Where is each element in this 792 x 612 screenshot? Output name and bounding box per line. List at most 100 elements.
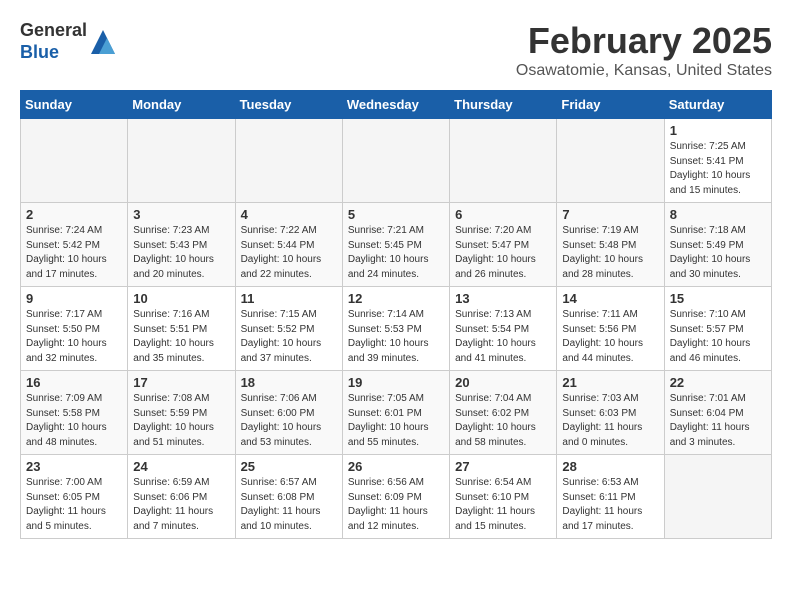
- day-info: Sunrise: 6:53 AM Sunset: 6:11 PM Dayligh…: [562, 476, 658, 534]
- calendar-day: 23Sunrise: 7:00 AM Sunset: 6:05 PM Dayli…: [21, 455, 128, 539]
- col-monday: Monday: [128, 91, 235, 119]
- day-number: 2: [26, 207, 122, 222]
- calendar-day: [664, 455, 771, 539]
- calendar-day: 8 Sunrise: 7:18 AM Sunset: 5:49 PM Daylig…: [664, 203, 771, 287]
- day-info: Sunrise: 7:17 AM Sunset: 5:50 PM Dayligh…: [26, 308, 122, 366]
- day-info: Sunrise: 7:18 AM Sunset: 5:49 PM Dayligh…: [670, 224, 766, 282]
- day-info: Sunrise: 7:20 AM Sunset: 5:47 PM Dayligh…: [455, 224, 551, 282]
- col-friday: Friday: [557, 91, 664, 119]
- day-info: Sunrise: 7:10 AM Sunset: 5:57 PM Dayligh…: [670, 308, 766, 366]
- calendar-day: [450, 119, 557, 203]
- col-thursday: Thursday: [450, 91, 557, 119]
- calendar-week-1: 2 Sunrise: 7:24 AM Sunset: 5:42 PM Daylig…: [21, 203, 772, 287]
- calendar-day: 1 Sunrise: 7:25 AM Sunset: 5:41 PM Daylig…: [664, 119, 771, 203]
- calendar-day: 28 Sunrise: 6:53 AM Sunset: 6:11 PM Dayli…: [557, 455, 664, 539]
- day-number: 5: [348, 207, 444, 222]
- logo-icon: [89, 28, 117, 56]
- calendar-day: 21 Sunrise: 7:03 AM Sunset: 6:03 PM Dayli…: [557, 371, 664, 455]
- day-info: Sunrise: 7:09 AM Sunset: 5:58 PM Dayligh…: [26, 392, 122, 450]
- header-row: Sunday Monday Tuesday Wednesday Thursday…: [21, 91, 772, 119]
- calendar-table: Sunday Monday Tuesday Wednesday Thursday…: [20, 90, 772, 539]
- day-number: 25: [241, 459, 337, 474]
- day-number: 10: [133, 291, 229, 306]
- calendar-week-4: 23Sunrise: 7:00 AM Sunset: 6:05 PM Dayli…: [21, 455, 772, 539]
- logo-text: General Blue: [20, 20, 87, 63]
- day-number: 19: [348, 375, 444, 390]
- day-info: Sunrise: 6:57 AM Sunset: 6:08 PM Dayligh…: [241, 476, 337, 534]
- day-info: Sunrise: 6:54 AM Sunset: 6:10 PM Dayligh…: [455, 476, 551, 534]
- day-info: Sunrise: 7:19 AM Sunset: 5:48 PM Dayligh…: [562, 224, 658, 282]
- calendar-day: 11Sunrise: 7:15 AM Sunset: 5:52 PM Dayli…: [235, 287, 342, 371]
- calendar-day: 14 Sunrise: 7:11 AM Sunset: 5:56 PM Dayli…: [557, 287, 664, 371]
- day-info: Sunrise: 7:08 AM Sunset: 5:59 PM Dayligh…: [133, 392, 229, 450]
- day-number: 22: [670, 375, 766, 390]
- col-saturday: Saturday: [664, 91, 771, 119]
- calendar-day: 18 Sunrise: 7:06 AM Sunset: 6:00 PM Dayli…: [235, 371, 342, 455]
- day-number: 24: [133, 459, 229, 474]
- calendar-day: 6 Sunrise: 7:20 AM Sunset: 5:47 PM Daylig…: [450, 203, 557, 287]
- col-tuesday: Tuesday: [235, 91, 342, 119]
- day-info: Sunrise: 7:13 AM Sunset: 5:54 PM Dayligh…: [455, 308, 551, 366]
- calendar-day: 17 Sunrise: 7:08 AM Sunset: 5:59 PM Dayli…: [128, 371, 235, 455]
- calendar-day: 2 Sunrise: 7:24 AM Sunset: 5:42 PM Daylig…: [21, 203, 128, 287]
- day-number: 13: [455, 291, 551, 306]
- page-header: General Blue February 2025 Osawatomie, K…: [20, 20, 772, 80]
- calendar-week-3: 16 Sunrise: 7:09 AM Sunset: 5:58 PM Dayli…: [21, 371, 772, 455]
- day-number: 26: [348, 459, 444, 474]
- calendar-day: [128, 119, 235, 203]
- calendar-subtitle: Osawatomie, Kansas, United States: [516, 62, 772, 80]
- day-info: Sunrise: 6:59 AM Sunset: 6:06 PM Dayligh…: [133, 476, 229, 534]
- day-info: Sunrise: 7:22 AM Sunset: 5:44 PM Dayligh…: [241, 224, 337, 282]
- day-info: Sunrise: 7:04 AM Sunset: 6:02 PM Dayligh…: [455, 392, 551, 450]
- title-block: February 2025 Osawatomie, Kansas, United…: [516, 20, 772, 80]
- col-wednesday: Wednesday: [342, 91, 449, 119]
- calendar-title: February 2025: [516, 20, 772, 62]
- calendar-day: [342, 119, 449, 203]
- day-number: 14: [562, 291, 658, 306]
- day-info: Sunrise: 7:14 AM Sunset: 5:53 PM Dayligh…: [348, 308, 444, 366]
- day-info: Sunrise: 7:01 AM Sunset: 6:04 PM Dayligh…: [670, 392, 766, 450]
- calendar-day: [21, 119, 128, 203]
- day-info: Sunrise: 7:06 AM Sunset: 6:00 PM Dayligh…: [241, 392, 337, 450]
- day-number: 28: [562, 459, 658, 474]
- calendar-day: 24 Sunrise: 6:59 AM Sunset: 6:06 PM Dayli…: [128, 455, 235, 539]
- calendar-day: 13 Sunrise: 7:13 AM Sunset: 5:54 PM Dayli…: [450, 287, 557, 371]
- day-info: Sunrise: 7:25 AM Sunset: 5:41 PM Dayligh…: [670, 140, 766, 198]
- logo: General Blue: [20, 20, 119, 63]
- calendar-day: [235, 119, 342, 203]
- day-number: 11: [241, 291, 337, 306]
- calendar-day: 20Sunrise: 7:04 AM Sunset: 6:02 PM Dayli…: [450, 371, 557, 455]
- day-info: Sunrise: 7:11 AM Sunset: 5:56 PM Dayligh…: [562, 308, 658, 366]
- day-number: 27: [455, 459, 551, 474]
- calendar-day: 22 Sunrise: 7:01 AM Sunset: 6:04 PM Dayli…: [664, 371, 771, 455]
- day-info: Sunrise: 7:00 AM Sunset: 6:05 PM Dayligh…: [26, 476, 122, 534]
- day-number: 16: [26, 375, 122, 390]
- day-number: 3: [133, 207, 229, 222]
- day-number: 18: [241, 375, 337, 390]
- calendar-day: 3Sunrise: 7:23 AM Sunset: 5:43 PM Daylig…: [128, 203, 235, 287]
- calendar-day: 9Sunrise: 7:17 AM Sunset: 5:50 PM Daylig…: [21, 287, 128, 371]
- calendar-day: [557, 119, 664, 203]
- day-info: Sunrise: 7:05 AM Sunset: 6:01 PM Dayligh…: [348, 392, 444, 450]
- day-number: 17: [133, 375, 229, 390]
- day-number: 7: [562, 207, 658, 222]
- day-number: 15: [670, 291, 766, 306]
- day-number: 8: [670, 207, 766, 222]
- calendar-day: 27 Sunrise: 6:54 AM Sunset: 6:10 PM Dayli…: [450, 455, 557, 539]
- day-number: 6: [455, 207, 551, 222]
- day-number: 4: [241, 207, 337, 222]
- day-number: 21: [562, 375, 658, 390]
- day-info: Sunrise: 7:24 AM Sunset: 5:42 PM Dayligh…: [26, 224, 122, 282]
- logo-blue: Blue: [20, 42, 59, 62]
- day-info: Sunrise: 7:03 AM Sunset: 6:03 PM Dayligh…: [562, 392, 658, 450]
- day-number: 12: [348, 291, 444, 306]
- day-info: Sunrise: 6:56 AM Sunset: 6:09 PM Dayligh…: [348, 476, 444, 534]
- logo-general: General: [20, 20, 87, 40]
- calendar-day: 16 Sunrise: 7:09 AM Sunset: 5:58 PM Dayli…: [21, 371, 128, 455]
- day-number: 1: [670, 123, 766, 138]
- calendar-day: 15 Sunrise: 7:10 AM Sunset: 5:57 PM Dayli…: [664, 287, 771, 371]
- calendar-week-2: 9Sunrise: 7:17 AM Sunset: 5:50 PM Daylig…: [21, 287, 772, 371]
- calendar-day: 5Sunrise: 7:21 AM Sunset: 5:45 PM Daylig…: [342, 203, 449, 287]
- calendar-day: 12 Sunrise: 7:14 AM Sunset: 5:53 PM Dayli…: [342, 287, 449, 371]
- day-info: Sunrise: 7:16 AM Sunset: 5:51 PM Dayligh…: [133, 308, 229, 366]
